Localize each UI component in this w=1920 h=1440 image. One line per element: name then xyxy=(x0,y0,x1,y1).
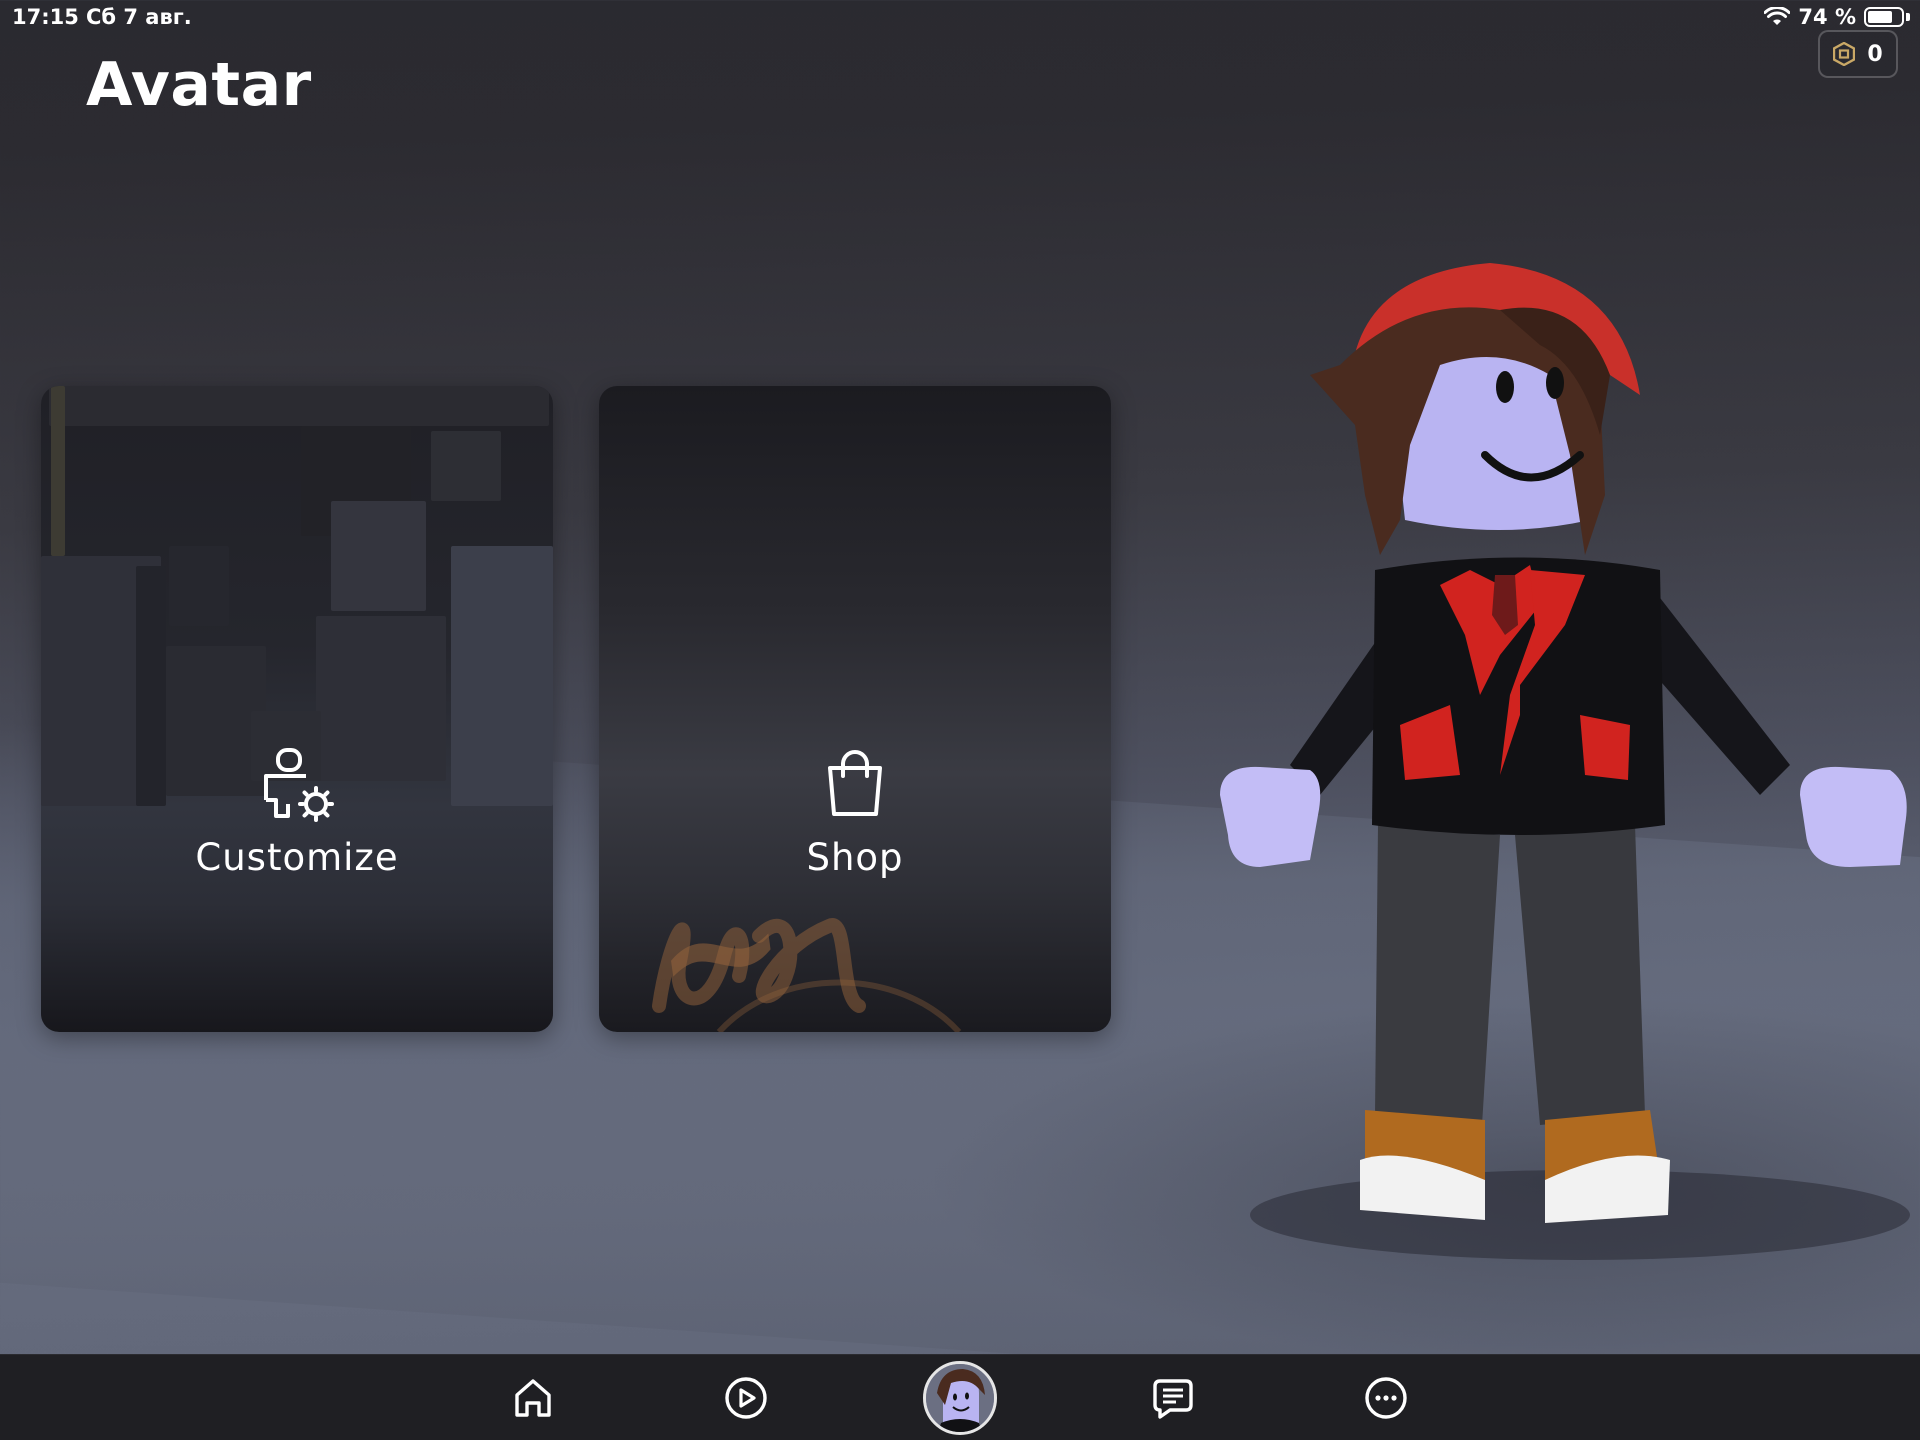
nav-home[interactable] xyxy=(493,1355,573,1440)
bg-block xyxy=(331,501,426,611)
robux-balance-button[interactable]: 0 xyxy=(1818,30,1898,78)
nav-avatar[interactable] xyxy=(920,1355,1000,1440)
chat-icon xyxy=(1153,1379,1193,1419)
status-bar: 17:15 Сб 7 авг. 74 % xyxy=(0,0,1920,36)
shopping-bag-icon xyxy=(828,750,882,816)
customize-label: Customize xyxy=(195,836,399,879)
avatar-3d-model[interactable] xyxy=(1200,255,1920,1265)
nav-play[interactable] xyxy=(706,1355,786,1440)
shop-label: Shop xyxy=(806,836,904,879)
robux-icon xyxy=(1833,42,1856,66)
nav-more[interactable] xyxy=(1346,1355,1426,1440)
avatar-thumbnail xyxy=(923,1361,997,1435)
robux-balance-value: 0 xyxy=(1867,41,1883,67)
shop-card-content: Shop xyxy=(599,746,1111,879)
more-icon xyxy=(1365,1377,1407,1419)
wifi-icon xyxy=(1764,7,1791,25)
bg-block xyxy=(51,386,65,556)
customize-card-content: Customize xyxy=(41,746,553,879)
status-date: Сб 7 авг. xyxy=(86,5,192,29)
battery-percent: 74 % xyxy=(1798,5,1856,29)
bottom-nav xyxy=(0,1354,1920,1440)
avatar-customize-icon xyxy=(264,748,334,822)
shop-card[interactable]: ~ Shop xyxy=(599,386,1111,1032)
bg-block xyxy=(431,431,501,501)
status-indicators: 74 % xyxy=(1764,5,1910,29)
battery-icon xyxy=(1864,6,1910,28)
play-icon xyxy=(725,1377,767,1419)
bg-block xyxy=(49,386,549,426)
customize-card[interactable]: Customize xyxy=(41,386,553,1032)
page-title: Avatar xyxy=(86,50,312,120)
status-time: 17:15 xyxy=(12,5,79,29)
home-icon xyxy=(515,1379,551,1417)
nav-chat[interactable] xyxy=(1133,1355,1213,1440)
bg-block xyxy=(169,546,229,626)
shop-background-swirl xyxy=(652,918,962,1032)
